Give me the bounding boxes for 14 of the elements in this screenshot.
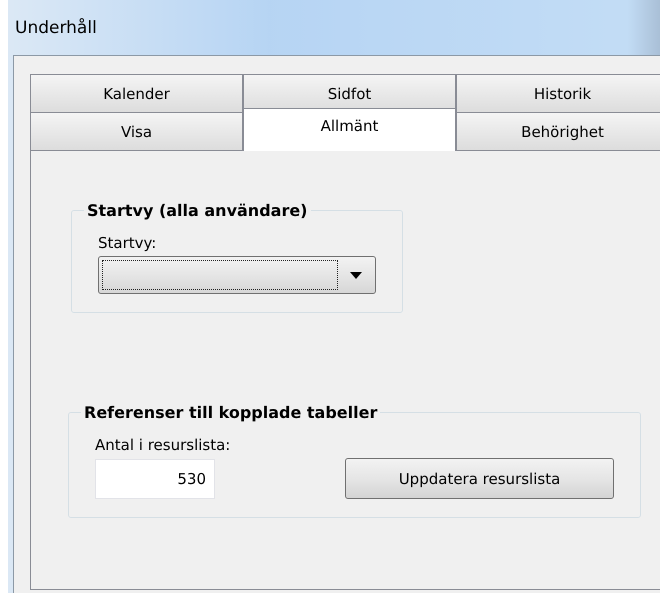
tab[interactable]: Behörighet <box>456 112 660 150</box>
window-title: Underhåll <box>14 16 98 40</box>
field-label: Antal i resurslista: <box>95 436 232 454</box>
count-field[interactable]: 530 <box>95 459 215 499</box>
group-title: Referenser till kopplade tabeller <box>83 403 378 422</box>
update-button[interactable]: Uppdatera resurslista <box>345 458 614 499</box>
tab[interactable]: Allmänt <box>243 108 456 151</box>
dropdown[interactable] <box>98 256 376 294</box>
tab[interactable]: Visa <box>30 112 243 150</box>
tab[interactable]: Kalender <box>30 74 243 112</box>
tab[interactable]: Historik <box>456 74 660 112</box>
dropdown-arrow-icon <box>350 272 362 278</box>
field-label: Startvy: <box>98 234 158 252</box>
group-title: Startvy (alla användare) <box>86 201 308 220</box>
